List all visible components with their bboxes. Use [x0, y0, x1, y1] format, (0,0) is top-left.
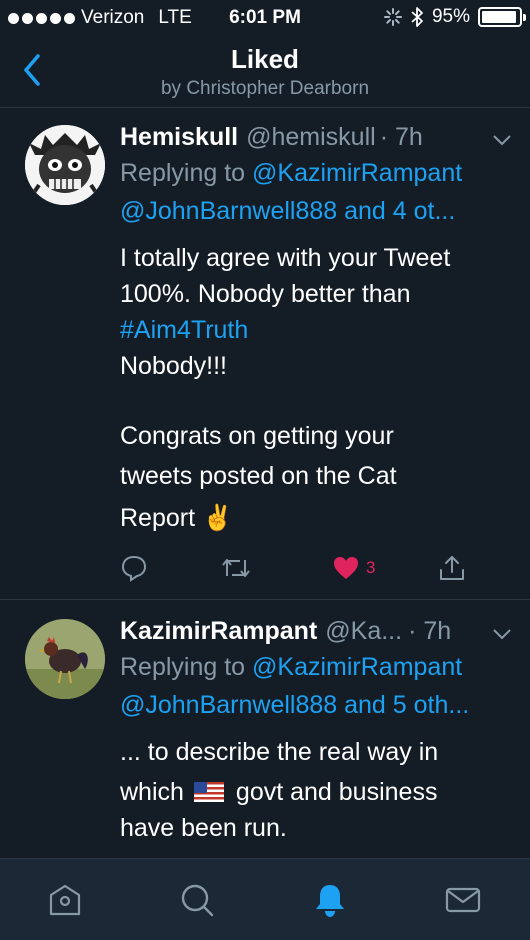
tweet-actions: 3	[120, 551, 480, 585]
tweet-text-fragment: which	[120, 778, 184, 806]
tweet-time: · 7h	[379, 123, 423, 151]
tweet-text-line: which govt and business	[120, 772, 516, 812]
replying-to: Replying to @KazimirRampant	[120, 648, 516, 686]
tweet-text-line: I totally agree with your Tweet	[120, 244, 451, 272]
tweet-text-line: Congrats on getting your	[120, 422, 394, 450]
replying-label: Replying to	[120, 159, 246, 187]
user-handle[interactable]: @Ka...	[325, 617, 402, 646]
reply-icon	[121, 555, 147, 582]
battery-icon	[478, 7, 526, 27]
share-button[interactable]	[438, 554, 466, 582]
page-subtitle: by Christopher Dearborn	[160, 78, 370, 99]
heart-icon	[334, 557, 358, 579]
tweet-text-line: Report ✌️	[120, 504, 234, 532]
status-bar: Verizon LTE 6:01 PM 95%	[0, 0, 530, 36]
user-handle[interactable]: @hemiskull	[246, 123, 376, 152]
us-flag-icon	[193, 782, 224, 802]
tweet-content: Hemiskull @hemiskull · 7h Replying to @K…	[120, 123, 516, 536]
tweet-text-line: tweets posted on the Cat	[120, 462, 397, 490]
retweet-button[interactable]	[220, 554, 252, 582]
like-button[interactable]: 3	[332, 555, 375, 581]
nav-header: Liked by Christopher Dearborn	[0, 36, 530, 108]
avatar[interactable]	[25, 619, 105, 699]
bluetooth-icon	[411, 7, 423, 27]
retweet-icon	[222, 559, 250, 577]
tweet[interactable]: Hemiskull @hemiskull · 7h Replying to @K…	[0, 109, 530, 600]
mention-link[interactable]: @KazimirRampant	[252, 653, 462, 681]
tweet-text-line: have been run.	[120, 814, 287, 842]
tweet-time: · 7h	[408, 617, 452, 645]
battery-percent: 95%	[431, 6, 470, 27]
tweet[interactable]: KazimirRampant @Ka... · 7h Replying to @…	[0, 601, 530, 859]
hashtag-link[interactable]: #Aim4Truth	[120, 312, 516, 348]
mention-link[interactable]: @JohnBarnwell888 and 5 oth...	[120, 686, 516, 724]
reply-button[interactable]	[120, 554, 148, 582]
status-right: 95%	[383, 6, 526, 28]
search-icon[interactable]	[178, 881, 216, 919]
display-name[interactable]: KazimirRampant	[120, 617, 317, 646]
tweet-text-line: 100%. Nobody better than	[120, 280, 411, 308]
replying-to: Replying to @KazimirRampant	[120, 154, 516, 192]
chevron-down-icon[interactable]	[492, 627, 512, 641]
mention-link[interactable]: @JohnBarnwell888 and 4 ot...	[120, 192, 516, 230]
notifications-icon[interactable]	[311, 881, 349, 919]
share-icon	[440, 556, 464, 580]
messages-icon[interactable]	[444, 881, 482, 919]
like-count: 3	[366, 558, 376, 577]
page-title: Liked	[231, 44, 299, 74]
avatar[interactable]	[25, 125, 105, 205]
tweet-content: KazimirRampant @Ka... · 7h Replying to @…	[120, 617, 516, 848]
rooster-avatar-icon	[25, 619, 105, 699]
tweet-text: ... to describe the real way in which go…	[120, 732, 516, 848]
tweet-header: KazimirRampant @Ka... · 7h	[120, 617, 516, 646]
mention-link[interactable]: @KazimirRampant	[252, 159, 462, 187]
tweet-text-fragment: govt and business	[235, 778, 438, 806]
tweet-text: I totally agree with your Tweet 100%. No…	[120, 240, 516, 536]
display-name[interactable]: Hemiskull	[120, 123, 238, 152]
replying-label: Replying to	[120, 653, 246, 681]
tab-bar	[0, 858, 530, 940]
chevron-down-icon[interactable]	[492, 133, 512, 147]
home-icon[interactable]	[46, 881, 84, 919]
tweet-text-line: ... to describe the real way in	[120, 738, 439, 766]
tweet-text-line: Nobody!!!	[120, 352, 228, 380]
activity-spinner-icon	[383, 8, 402, 26]
skull-avatar-icon	[25, 125, 105, 205]
tweet-header: Hemiskull @hemiskull · 7h	[120, 123, 516, 152]
